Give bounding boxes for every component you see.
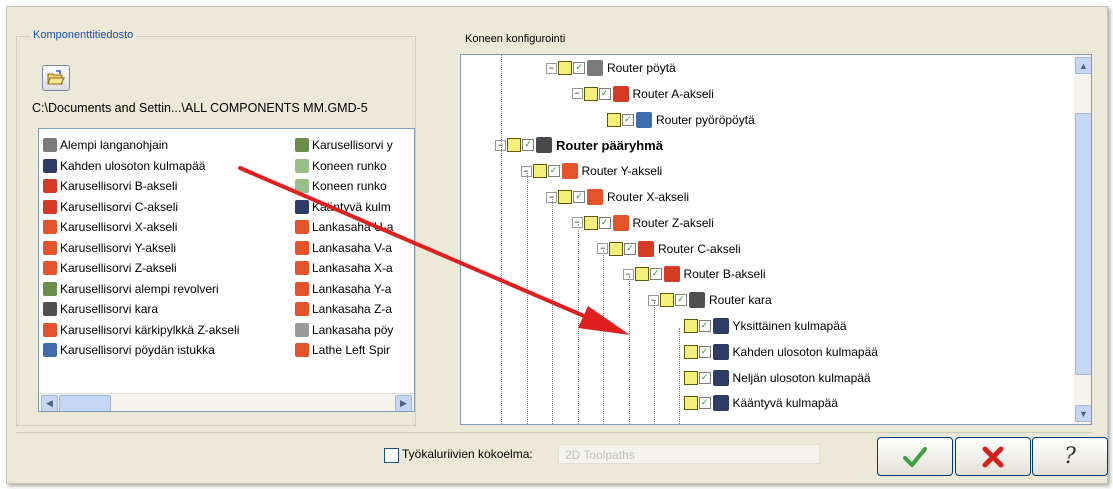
- help-button[interactable]: ?: [1032, 437, 1108, 476]
- toolpath-collection-select[interactable]: 2D Toolpaths: [558, 444, 820, 464]
- check-icon: [903, 446, 927, 467]
- toolpath-collection-label: Työkaluriivien kokoelma:: [402, 447, 533, 461]
- ok-button[interactable]: [877, 437, 953, 476]
- x-icon: [982, 446, 1004, 467]
- toolpath-collection-checkbox[interactable]: [384, 448, 399, 463]
- cancel-button[interactable]: [955, 437, 1031, 476]
- help-icon: ?: [1064, 444, 1076, 469]
- annotation-arrow-icon: [238, 166, 630, 335]
- footer-divider: [16, 432, 1092, 433]
